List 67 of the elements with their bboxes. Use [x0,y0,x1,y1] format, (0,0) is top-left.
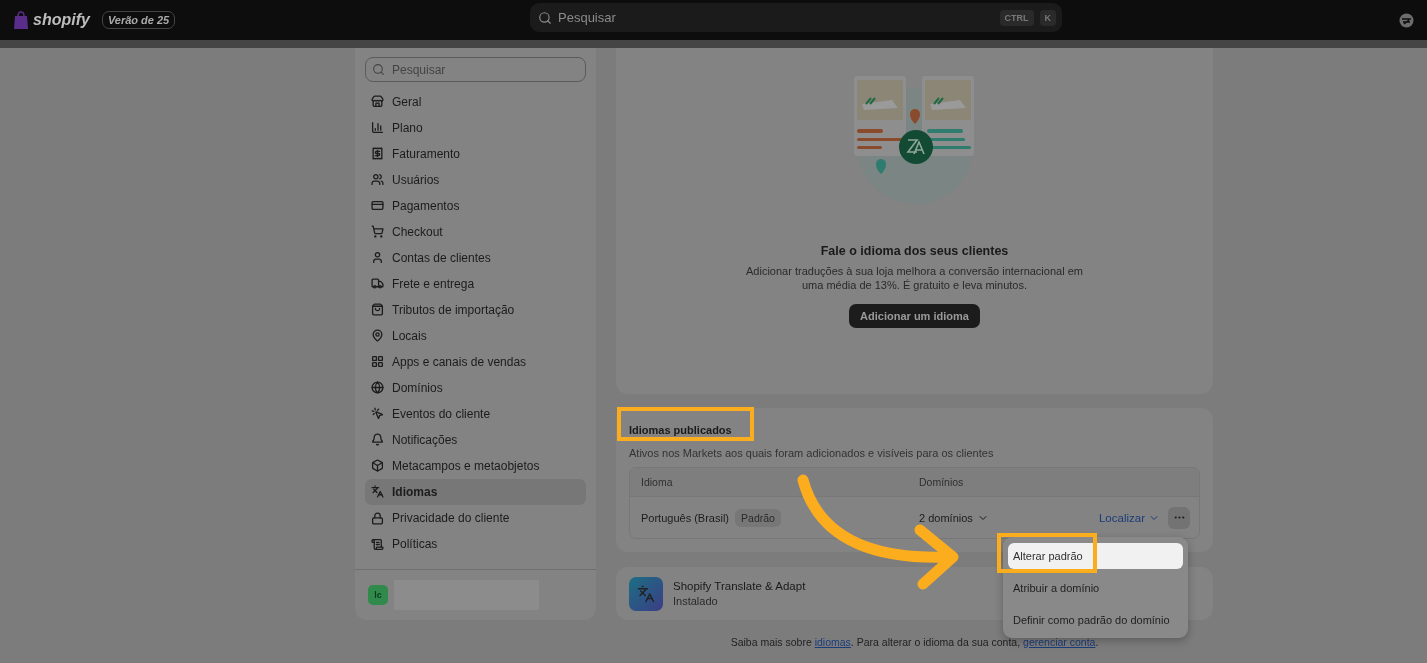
sidebar-item[interactable]: Usuários [365,166,586,193]
card-icon [371,199,384,213]
sidebar-item[interactable]: Tributos de importação [365,296,586,323]
search-icon [538,10,552,25]
store-icon [371,95,384,108]
sidebar-item[interactable]: Metacampos e metaobjetos [365,452,586,479]
cart-icon [371,225,384,239]
chart-icon [371,121,384,135]
lock-icon [371,511,384,525]
receipt-icon [371,147,384,161]
app-status: Instalado [673,595,719,607]
search-field[interactable]: Pesquisar [365,57,586,83]
sidebar-item[interactable]: Apps e canais de vendas [365,348,586,375]
sidebar-item[interactable]: Eventos do cliente [365,400,586,427]
column-header: Idioma [640,476,674,488]
shopify-bag-icon [13,10,29,30]
sidebar-item[interactable]: Faturamento [365,140,586,167]
column-header: Domínios [919,476,964,488]
sidebar-item[interactable]: Frete e entrega [365,270,586,297]
more-button[interactable] [1168,506,1190,529]
section-subtitle: Ativos nos Markets aos quais foram adicionados e visíveis para os clientes [629,447,995,459]
section-title: Idiomas publicados [629,424,733,436]
pin-icon [371,329,384,343]
sidebar-item[interactable]: Geral [365,88,586,115]
shortcut-key: K [1039,9,1056,26]
globe-icon [371,381,384,395]
box-icon [371,459,384,473]
app-name: Shopify Translate & Adapt [673,580,806,592]
language-name: Português (Brasil) [641,511,730,524]
translate-app-icon [629,576,663,611]
menu-item[interactable]: Alterar padrão [1008,543,1183,569]
search-icon [372,63,385,77]
bag-icon [371,303,384,317]
sidebar-item[interactable]: Privacidade do cliente [365,505,586,531]
menu-item[interactable]: Definir como padrão do domínio [1008,607,1183,633]
sidebar-item[interactable]: Idiomas [365,478,586,505]
sidebar-item[interactable]: Checkout [365,218,586,245]
sidebar-item[interactable]: Pagamentos [365,192,586,219]
add-language-button[interactable]: Adicionar um idioma [849,304,980,328]
store-avatar-icon[interactable] [1399,12,1414,28]
edition-badge: Verão de 25 [101,11,176,29]
truck-icon [371,277,384,291]
shortcut-key: CTRL [999,9,1034,26]
translate-icon [371,485,384,499]
help-text: Saiba mais sobre idiomas. Para alterar o idioma da sua conta, gerenciar conta. [729,636,1100,648]
users-icon [371,173,384,187]
menu-item[interactable]: Atribuir a domínio [1008,575,1183,601]
grid-icon [371,355,384,369]
sidebar-item[interactable]: Contas de clientes [365,244,586,271]
localize-link[interactable]: Localizar [1098,511,1160,524]
account-avatar[interactable]: lc [368,585,388,606]
scroll-icon [371,537,384,551]
sidebar-item[interactable]: Plano [365,114,586,141]
hero-text: Adicionar traduções à sua loja melhora a conversão internacional em uma média de 13%. É gratuito e leva minutos. [745,264,1084,292]
hero-title: Fale o idioma dos seus clientes [820,244,1009,258]
bell-icon [371,433,384,447]
user-icon [371,251,384,265]
domains-dropdown[interactable]: 2 domínios [919,511,989,524]
sidebar-item[interactable]: Notificações [365,426,586,453]
sidebar-item[interactable]: Políticas [365,531,586,558]
search-field[interactable]: Pesquisar CTRL K [530,3,1062,32]
logo-text: shopify [33,11,90,29]
pointer-icon [371,407,384,421]
sidebar-item[interactable]: Locais [365,322,586,349]
help-link[interactable]: idiomas [814,636,851,648]
default-badge: Padrão [735,508,781,527]
sidebar-item[interactable]: Domínios [365,374,586,401]
